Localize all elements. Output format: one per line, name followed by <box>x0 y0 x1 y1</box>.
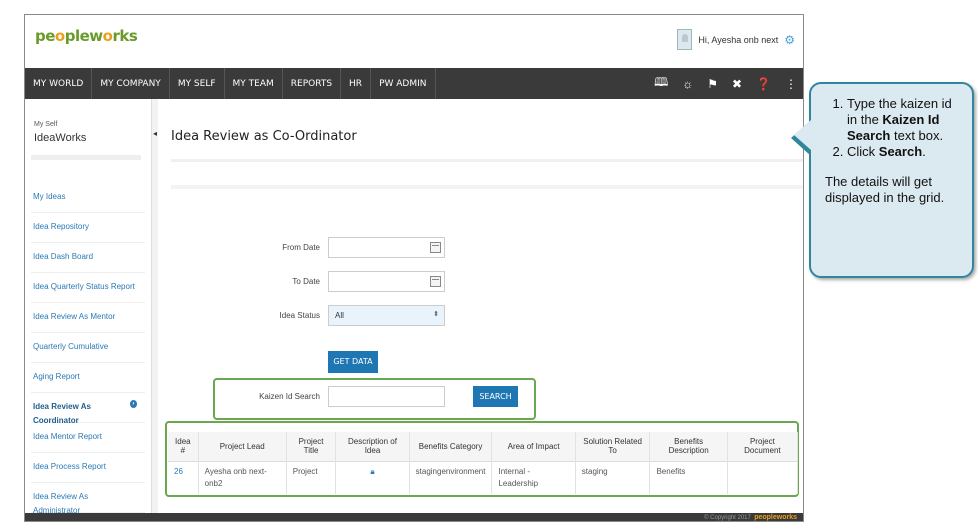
nav-reports[interactable]: REPORTS <box>283 68 342 99</box>
footer: © Copyright 2017 peopleworks <box>25 513 803 521</box>
page-title: Idea Review as Co-Ordinator <box>171 129 357 144</box>
sidebar-item-process-report[interactable]: Idea Process Report <box>31 453 145 483</box>
grid-header-row: Idea # Project Lead Project Title Descri… <box>168 432 799 462</box>
logo-part: rks <box>112 27 138 45</box>
chevron-right-icon: › <box>129 400 137 408</box>
benefits-description-cell: Benefits <box>649 461 728 494</box>
sidebar-divider <box>31 155 141 160</box>
section-divider <box>171 185 803 189</box>
search-button[interactable]: SEARCH <box>473 386 518 407</box>
footer-logo: peopleworks <box>754 514 797 521</box>
solution-related-cell: staging <box>575 461 651 494</box>
table-row: 26 Ayesha onb next-onb2 Project 🔒︎ stagi… <box>168 461 799 494</box>
col-project-title[interactable]: Project Title <box>286 432 337 462</box>
callout-pointer-fill <box>794 120 811 150</box>
sidebar-item-idea-repository[interactable]: Idea Repository <box>31 213 145 243</box>
idea-status-value: All <box>335 311 344 320</box>
results-grid: Idea # Project Lead Project Title Descri… <box>168 432 799 494</box>
nav-pw-admin[interactable]: PW ADMIN <box>371 68 436 99</box>
select-caret-icon: ⬍ <box>433 311 439 318</box>
project-lead-cell: Ayesha onb next-onb2 <box>198 461 287 494</box>
description-cell: 🔒︎ <box>335 461 410 494</box>
sidebar: My Self IdeaWorks My Ideas Idea Reposito… <box>25 99 151 515</box>
sidebar-item-quarterly-status-report[interactable]: Idea Quarterly Status Report <box>31 273 145 303</box>
from-date-label: From Date <box>282 243 320 252</box>
kaizen-id-label: Kaizen Id Search <box>259 392 320 401</box>
col-idea-number[interactable]: Idea # <box>168 432 199 462</box>
calendar-icon[interactable] <box>430 276 441 287</box>
sidebar-item-review-as-coordinator[interactable]: Idea Review As Coordinator › <box>31 393 145 425</box>
step2-text: Click <box>847 144 879 159</box>
chevron-left-icon: ◂ <box>153 129 158 138</box>
copyright-text: © Copyright 2017 <box>704 515 751 521</box>
sidebar-list: My Ideas Idea Repository Idea Dash Board… <box>25 183 151 515</box>
nav-my-company[interactable]: MY COMPANY <box>92 68 170 99</box>
logo-part: o <box>102 27 113 45</box>
main-nav: MY WORLD MY COMPANY MY SELF MY TEAM REPO… <box>25 68 803 99</box>
step2-text-end: . <box>922 144 926 159</box>
to-date-label: To Date <box>292 277 320 286</box>
area-of-impact-cell: Internal - Leadership <box>491 461 576 494</box>
nav-my-self[interactable]: MY SELF <box>170 68 225 99</box>
sidebar-item-review-as-administrator[interactable]: Idea Review As Administrator <box>31 483 145 515</box>
step1-text-end: text box. <box>890 128 944 143</box>
calendar-icon[interactable] <box>430 242 441 253</box>
col-area-of-impact[interactable]: Area of Impact <box>491 432 576 462</box>
avatar[interactable] <box>677 29 693 50</box>
top-bar: peopleworks Hi, Ayesha onb next ⚙ <box>25 15 803 68</box>
peopleworks-logo[interactable]: peopleworks <box>35 27 138 45</box>
sidebar-item-my-ideas[interactable]: My Ideas <box>31 183 145 213</box>
instruction-step-2: Click Search. <box>847 144 960 160</box>
project-document-cell <box>727 461 799 494</box>
sidebar-collapse-handle[interactable]: ◂ <box>151 99 158 513</box>
col-project-lead[interactable]: Project Lead <box>198 432 287 462</box>
instruction-callout: Type the kaizen id in the Kaizen Id Sear… <box>794 82 974 278</box>
idea-status-label: Idea Status <box>279 311 320 320</box>
col-benefits-description[interactable]: Benefits Description <box>649 432 728 462</box>
instruction-note: The details will get displayed in the gr… <box>825 174 945 205</box>
sidebar-item-label: Idea Review As Coordinator <box>33 402 91 425</box>
nav-hr[interactable]: HR <box>341 68 372 99</box>
nav-icon-group: 🕮 ☼ ⚑ ✖ ❓ ⋮ <box>654 68 797 99</box>
col-benefits-category[interactable]: Benefits Category <box>409 432 493 462</box>
idea-status-select[interactable]: All ⬍ <box>328 305 445 326</box>
user-greeting: Hi, Ayesha onb next <box>698 34 779 45</box>
help-icon[interactable]: ❓ <box>756 77 771 91</box>
footer-copyright: © Copyright 2017 peopleworks <box>704 513 797 521</box>
step2-bold: Search <box>878 144 923 159</box>
logo-part: pe <box>35 27 55 45</box>
sidebar-item-aging-report[interactable]: Aging Report <box>31 363 145 393</box>
logo-part: o <box>54 27 65 45</box>
idea-number-cell[interactable]: 26 <box>168 461 199 494</box>
sidebar-item-idea-dash-board[interactable]: Idea Dash Board <box>31 243 145 273</box>
lock-icon[interactable]: 🔒︎ <box>370 467 374 476</box>
to-date-field[interactable] <box>328 271 445 292</box>
tools-icon[interactable]: ✖ <box>732 77 742 91</box>
from-date-field[interactable] <box>328 237 445 258</box>
col-project-document[interactable]: Project Document <box>727 432 799 462</box>
col-solution-related-to[interactable]: Solution Related To <box>575 432 651 462</box>
col-description[interactable]: Description of Idea <box>335 432 410 462</box>
project-title-cell: Project <box>286 461 337 494</box>
instruction-steps: Type the kaizen id in the Kaizen Id Sear… <box>825 96 960 160</box>
benefits-category-cell: stagingenvironment <box>409 461 493 494</box>
book-icon[interactable]: 🕮 <box>654 73 668 94</box>
user-menu[interactable]: Hi, Ayesha onb next ⚙ <box>677 29 795 50</box>
sidebar-title: IdeaWorks <box>34 132 87 144</box>
instruction-step-1: Type the kaizen id in the Kaizen Id Sear… <box>847 96 960 144</box>
kaizen-id-search-input[interactable] <box>328 386 445 407</box>
sidebar-item-quarterly-cumulative[interactable]: Quarterly Cumulative <box>31 333 145 363</box>
sitemap-icon[interactable]: ⋮ <box>785 77 797 91</box>
lightbulb-icon[interactable]: ☼ <box>682 77 693 91</box>
get-data-button[interactable]: GET DATA <box>328 351 378 373</box>
logo-part: plew <box>64 27 103 45</box>
gear-icon[interactable]: ⚙ <box>784 33 795 47</box>
nav-my-team[interactable]: MY TEAM <box>225 68 283 99</box>
nav-my-world[interactable]: MY WORLD <box>25 68 93 99</box>
flag-icon[interactable]: ⚑ <box>707 77 718 91</box>
title-divider <box>171 159 803 162</box>
sidebar-subtitle: My Self <box>34 121 58 128</box>
sidebar-item-review-as-mentor[interactable]: Idea Review As Mentor <box>31 303 145 333</box>
